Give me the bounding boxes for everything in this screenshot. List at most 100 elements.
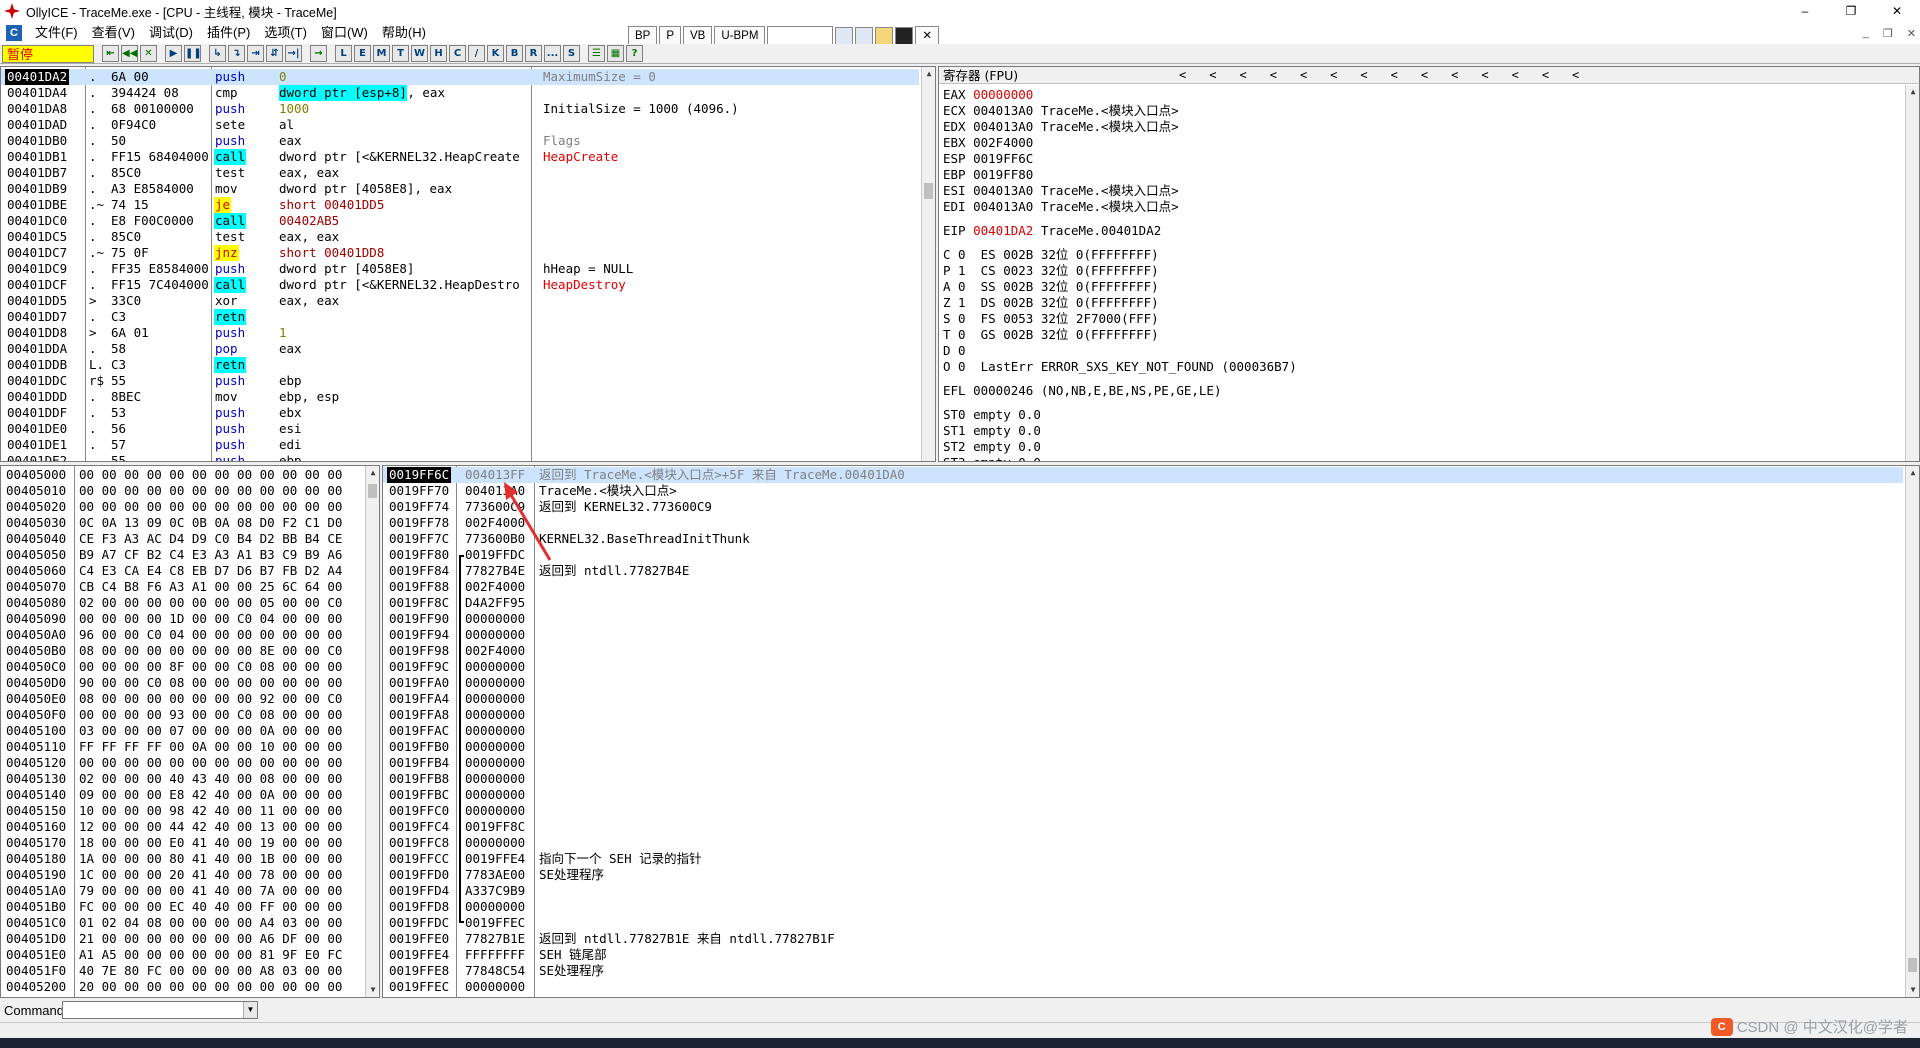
folder-icon[interactable] [875,27,894,45]
disasm-row[interactable]: 00401DC5. 85C0 test eax, eax [1,229,919,245]
stack-row[interactable]: 0019FFB4 00000000 [383,755,1903,771]
notepad-icon[interactable] [855,27,874,45]
register-value[interactable]: FS 0053 [981,311,1034,326]
options-icon[interactable]: ▦ [607,45,624,62]
stack-row[interactable]: 0019FF7C 773600B0 KERNEL32.BaseThreadInitT… [383,531,1903,547]
command-input[interactable]: ▼ [62,1001,258,1019]
chevron-down-icon[interactable]: ▼ [243,1002,257,1018]
stack-row[interactable]: 0019FFD0 7783AE00 SE处理程序 [383,867,1903,883]
console-icon[interactable] [895,27,914,45]
list-icon[interactable]: ☰ [588,45,605,62]
disasm-row[interactable]: 00401DDD. 8BEC mov ebp, esp [1,389,919,405]
cpu-window-button[interactable]: C [449,45,466,62]
disasm-row[interactable]: 00401DA8. 68 00100000 push 1000 InitialSize … [1,101,919,117]
dump-row[interactable]: 00405010 00 00 00 00 00 00 00 00 00 00 00… [1,483,363,499]
menu-view[interactable]: 查看(V) [85,22,142,44]
mdi-minimize-button[interactable]: _ [1863,27,1869,40]
dump-row[interactable]: 00405170 18 00 00 00 E0 41 40 00 19 00 00… [1,835,363,851]
mdi-restore-button[interactable]: ❐ [1883,27,1893,40]
register-row[interactable]: EIP 00401DA2 TraceMe.00401DA2 [939,223,1297,239]
dump-row[interactable]: 00405000 00 00 00 00 00 00 00 00 00 00 00… [1,467,363,483]
stack-row[interactable]: 0019FF74 773600C9 返回到 KERNEL32.773600C9 [383,499,1903,515]
scroll-down-icon[interactable]: ▼ [366,983,379,997]
stack-row[interactable]: 0019FF84 77827B4E 返回到 ntdll.77827B4E [383,563,1903,579]
menu-window[interactable]: 窗口(W) [314,22,375,44]
dump-row[interactable]: 00405100 03 00 00 00 07 00 00 00 0A 00 00… [1,723,363,739]
stack-row[interactable]: 0019FF80 0019FFDC [383,547,1903,563]
scroll-up-icon[interactable]: ▲ [1906,466,1919,480]
menu-debug[interactable]: 调试(D) [142,22,200,44]
ubpm-button[interactable]: U-BPM [714,26,766,46]
disasm-row[interactable]: 00401DE1. 57 push edi [1,437,919,453]
references-window-button[interactable]: R [525,45,542,62]
scroll-down-icon[interactable]: ▼ [1906,983,1919,997]
stack-row[interactable]: 0019FF6C 004013FF 返回到 TraceMe.<模块入口点>+5F 来… [383,467,1903,483]
dump-row[interactable]: 00405130 02 00 00 00 40 43 40 00 08 00 00… [1,771,363,787]
maximize-button[interactable]: ❐ [1828,0,1874,22]
register-nav-arrow-icon[interactable]: < [1239,67,1246,84]
dump-row[interactable]: 00405070 CB C4 B8 F6 A3 A1 00 00 25 6C 64… [1,579,363,595]
stack-row[interactable]: 0019FFC8 00000000 [383,835,1903,851]
disassembly-scrollbar[interactable]: ▲ [921,67,935,461]
register-value[interactable]: 00000000 [973,87,1033,102]
disasm-row[interactable]: 00401DB7. 85C0 test eax, eax [1,165,919,181]
disassembly-pane[interactable]: 00401DA2. 6A 00 push 0 MaximumSize = 0 00401D… [0,66,936,462]
disasm-row[interactable]: 00401DC9. FF35 E8584000 push dword ptr [405… [1,261,919,277]
dump-row[interactable]: 004050B0 08 00 00 00 00 00 00 00 8E 00 00… [1,643,363,659]
menu-file[interactable]: 文件(F) [28,22,85,44]
dump-row[interactable]: 00405140 09 00 00 00 E8 42 40 00 0A 00 00… [1,787,363,803]
stack-row[interactable]: 0019FFBC 00000000 [383,787,1903,803]
register-value[interactable]: DS 002B [981,295,1034,310]
vb-button[interactable]: VB [683,26,713,46]
register-row[interactable]: S 0 FS 0053 32位 2F7000(FFF) [939,311,1297,327]
dump-row[interactable]: 00405030 0C 0A 13 09 0C 0B 0A 08 D0 F2 C1… [1,515,363,531]
scroll-up-icon[interactable]: ▲ [922,67,935,81]
disasm-row[interactable]: 00401DB1. FF15 68404000 call dword ptr [<&K… [1,149,919,165]
dump-row[interactable]: 004051A0 79 00 00 00 00 41 40 00 7A 00 00… [1,883,363,899]
disasm-row[interactable]: 00401DDC r$ 55 push ebp [1,373,919,389]
run-icon[interactable]: ▶ [165,45,182,62]
disasm-row[interactable]: 00401DDA. 58 pop eax [1,341,919,357]
disasm-row[interactable]: 00401DC7 .~ 75 0F jnz short 00401DD8 [1,245,919,261]
dump-row[interactable]: 00405060 C4 E3 CA E4 C8 EB D7 D6 B7 FB D2… [1,563,363,579]
scroll-thumb[interactable] [368,484,377,498]
disasm-row[interactable]: 00401DAD. 0F94C0 sete al [1,117,919,133]
register-value[interactable]: SS 002B [981,279,1034,294]
register-value[interactable]: 004013A0 [973,199,1033,214]
register-value[interactable]: 004013A0 [973,183,1033,198]
disasm-row[interactable]: 00401DBE .~ 74 15 je short 00401DD5 [1,197,919,213]
register-row[interactable]: EBP 0019FF80 [939,167,1297,183]
disasm-row[interactable]: 00401DE0. 56 push esi [1,421,919,437]
register-value[interactable]: empty [973,423,1011,438]
stack-row[interactable]: 0019FF9C 00000000 [383,659,1903,675]
step-over-icon[interactable]: ↴ [228,45,245,62]
threads-window-button[interactable]: T [392,45,409,62]
source-window-button[interactable]: S [563,45,580,62]
register-value[interactable]: LastErr [981,359,1034,374]
scroll-thumb[interactable] [1908,958,1917,972]
stack-row[interactable]: 0019FFC4 0019FF8C [383,819,1903,835]
disasm-row[interactable]: 00401DC0. E8 F00C0000 call 00402AB5 [1,213,919,229]
register-value[interactable]: empty [973,407,1011,422]
handles-window-button[interactable]: H [430,45,447,62]
dump-row[interactable]: 004051C0 01 02 04 08 00 00 00 00 A4 03 00… [1,915,363,931]
register-row[interactable]: T 0 GS 002B 32位 0(FFFFFFFF) [939,327,1297,343]
stack-pane[interactable]: 0019FF6C 004013FF 返回到 TraceMe.<模块入口点>+5F 来… [382,465,1920,998]
p-button[interactable]: P [659,26,682,46]
menu-options[interactable]: 选项(T) [257,22,314,44]
stack-row[interactable]: 0019FFDC 0019FFEC [383,915,1903,931]
registers-pane[interactable]: 寄存器 (FPU) < < < < < < < < < < < < < < EAX 00000000 ECX… [938,66,1920,462]
call-stack-window-button[interactable]: K [487,45,504,62]
help-icon[interactable]: ? [626,45,643,62]
restart-icon[interactable]: ◀◀ [121,45,138,62]
trace-over-icon[interactable]: ⇵ [266,45,283,62]
stack-row[interactable]: 0019FFE8 77848C54 SE处理程序 [383,963,1903,979]
register-row[interactable]: A 0 SS 002B 32位 0(FFFFFFFF) [939,279,1297,295]
mdi-child-icon[interactable]: C [6,25,22,41]
disasm-row[interactable]: 00401DD7. C3 retn [1,309,919,325]
register-value[interactable]: 002F4000 [973,135,1033,150]
close-debuggee-icon[interactable]: ✕ [140,45,157,62]
memory-window-button[interactable]: M [373,45,390,62]
register-value[interactable]: 00000246 [973,383,1033,398]
register-row[interactable]: ESP 0019FF6C [939,151,1297,167]
